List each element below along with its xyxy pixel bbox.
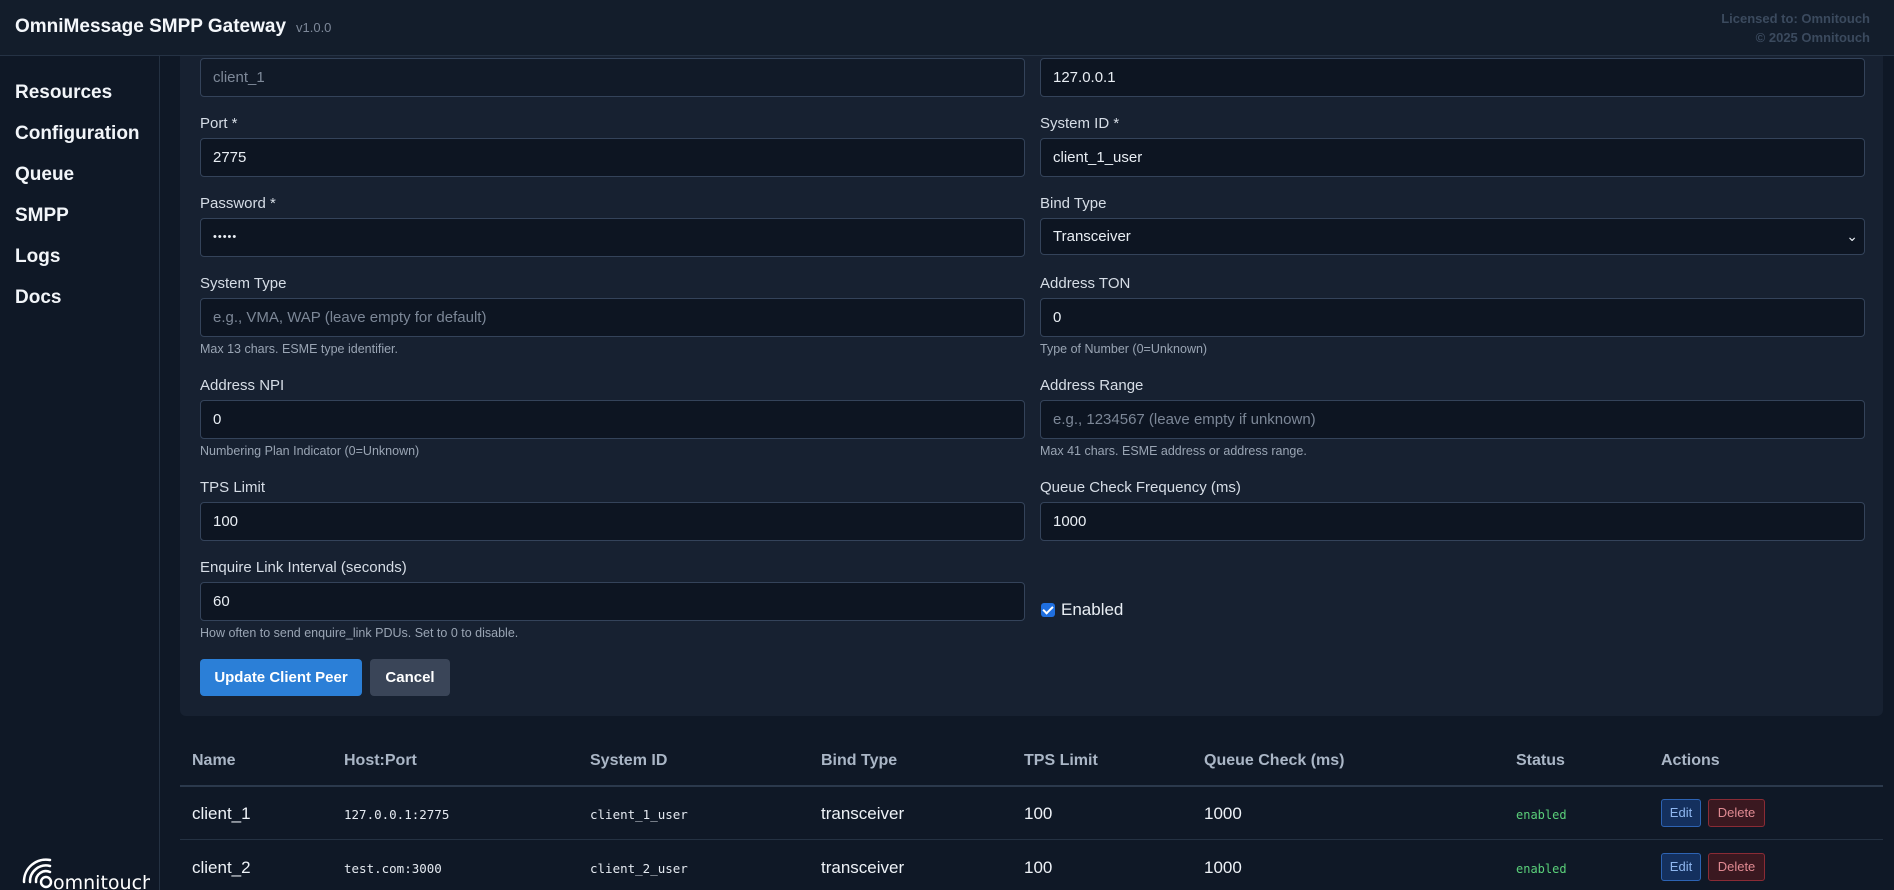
delete-button[interactable]: Delete bbox=[1708, 799, 1765, 827]
delete-button[interactable]: Delete bbox=[1708, 853, 1765, 881]
system-type-label: System Type bbox=[200, 275, 287, 292]
enabled-label[interactable]: Enabled bbox=[1061, 600, 1123, 620]
column-header-status: Status bbox=[1516, 752, 1565, 769]
address-npi-hint: Numbering Plan Indicator (0=Unknown) bbox=[200, 444, 420, 458]
column-header-name: Name bbox=[192, 752, 236, 769]
address-ton-label: Address TON bbox=[1040, 275, 1131, 292]
address-range-hint: Max 41 chars. ESME address or address ra… bbox=[1040, 444, 1307, 458]
sidebar-item-smpp[interactable]: SMPP bbox=[15, 205, 69, 227]
tps-limit-field[interactable]: 100 bbox=[200, 502, 1025, 541]
license-info: Licensed to: Omnitouch © 2025 Omnitouch bbox=[1721, 9, 1870, 47]
top-bar: OmniMessage SMPP Gateway v1.0.0 Licensed… bbox=[0, 0, 1894, 56]
row-system-id: client_2_user bbox=[590, 861, 688, 876]
column-header-bind-type: Bind Type bbox=[821, 752, 898, 769]
bind-type-label: Bind Type bbox=[1040, 195, 1107, 212]
status-badge: enabled bbox=[1516, 808, 1567, 822]
bind-type-select[interactable]: Transceiver ⌄ bbox=[1040, 218, 1865, 255]
enabled-checkbox[interactable] bbox=[1041, 603, 1055, 617]
system-type-field[interactable]: e.g., VMA, WAP (leave empty for default) bbox=[200, 298, 1025, 337]
system-id-field[interactable]: client_1_user bbox=[1040, 138, 1865, 177]
app-title: OmniMessage SMPP Gateway bbox=[15, 16, 287, 37]
edit-button[interactable]: Edit bbox=[1661, 853, 1701, 881]
row-host-port: 127.0.0.1:2775 bbox=[344, 807, 450, 822]
chevron-down-icon: ⌄ bbox=[1846, 228, 1858, 244]
password-label: Password * bbox=[200, 195, 276, 212]
port-label: Port * bbox=[200, 115, 238, 132]
row-bind-type: transceiver bbox=[821, 804, 905, 823]
row-tps-limit: 100 bbox=[1024, 804, 1053, 823]
omnitouch-logo: omnitouch bbox=[22, 858, 150, 890]
column-header-tps-limit: TPS Limit bbox=[1024, 752, 1098, 769]
address-ton-field[interactable]: 0 bbox=[1040, 298, 1865, 337]
address-range-field[interactable]: e.g., 1234567 (leave empty if unknown) bbox=[1040, 400, 1865, 439]
row-host-port: test.com:3000 bbox=[344, 861, 442, 876]
host-field[interactable]: 127.0.0.1 bbox=[1040, 58, 1865, 97]
enquire-link-hint: How often to send enquire_link PDUs. Set… bbox=[200, 626, 519, 640]
address-npi-field[interactable]: 0 bbox=[200, 400, 1025, 439]
tps-limit-label: TPS Limit bbox=[200, 479, 266, 496]
password-field[interactable]: ••••• bbox=[200, 218, 1025, 257]
status-badge: enabled bbox=[1516, 862, 1567, 876]
svg-text:omnitouch: omnitouch bbox=[53, 872, 150, 890]
column-header-host-port: Host:Port bbox=[344, 752, 417, 769]
queue-check-label: Queue Check Frequency (ms) bbox=[1040, 479, 1241, 496]
name-field[interactable]: client_1 bbox=[200, 58, 1025, 97]
cancel-button[interactable]: Cancel bbox=[370, 659, 450, 696]
sidebar: Resources Configuration Queue SMPP Logs … bbox=[0, 56, 160, 890]
sidebar-item-resources[interactable]: Resources bbox=[15, 82, 112, 104]
address-npi-label: Address NPI bbox=[200, 377, 285, 394]
table-row: client_2 test.com:3000 client_2_user tra… bbox=[180, 841, 1883, 890]
port-field[interactable]: 2775 bbox=[200, 138, 1025, 177]
row-tps-limit: 100 bbox=[1024, 858, 1053, 877]
queue-check-field[interactable]: 1000 bbox=[1040, 502, 1865, 541]
update-client-peer-button[interactable]: Update Client Peer bbox=[200, 659, 362, 696]
row-bind-type: transceiver bbox=[821, 858, 905, 877]
table-row: client_1 127.0.0.1:2775 client_1_user tr… bbox=[180, 787, 1883, 840]
column-header-actions: Actions bbox=[1661, 752, 1720, 769]
address-ton-hint: Type of Number (0=Unknown) bbox=[1040, 342, 1208, 356]
enquire-link-label: Enquire Link Interval (seconds) bbox=[200, 559, 407, 576]
sidebar-item-configuration[interactable]: Configuration bbox=[15, 123, 140, 145]
bind-type-value: Transceiver bbox=[1053, 228, 1131, 245]
column-header-queue-check: Queue Check (ms) bbox=[1204, 752, 1345, 769]
edit-button[interactable]: Edit bbox=[1661, 799, 1701, 827]
license-holder: Licensed to: Omnitouch bbox=[1721, 11, 1870, 26]
app-version: v1.0.0 bbox=[296, 20, 332, 35]
column-header-system-id: System ID bbox=[590, 752, 668, 769]
sidebar-item-logs[interactable]: Logs bbox=[15, 246, 60, 268]
system-id-label: System ID * bbox=[1040, 115, 1120, 132]
row-system-id: client_1_user bbox=[590, 807, 688, 822]
row-name: client_1 bbox=[192, 804, 251, 823]
row-name: client_2 bbox=[192, 858, 251, 877]
row-queue-check: 1000 bbox=[1204, 804, 1242, 823]
system-type-hint: Max 13 chars. ESME type identifier. bbox=[200, 342, 399, 356]
copyright: © 2025 Omnitouch bbox=[1755, 30, 1870, 45]
sidebar-item-docs[interactable]: Docs bbox=[15, 287, 61, 309]
address-range-label: Address Range bbox=[1040, 377, 1144, 394]
row-queue-check: 1000 bbox=[1204, 858, 1242, 877]
enquire-link-field[interactable]: 60 bbox=[200, 582, 1025, 621]
sidebar-item-queue[interactable]: Queue bbox=[15, 164, 74, 186]
